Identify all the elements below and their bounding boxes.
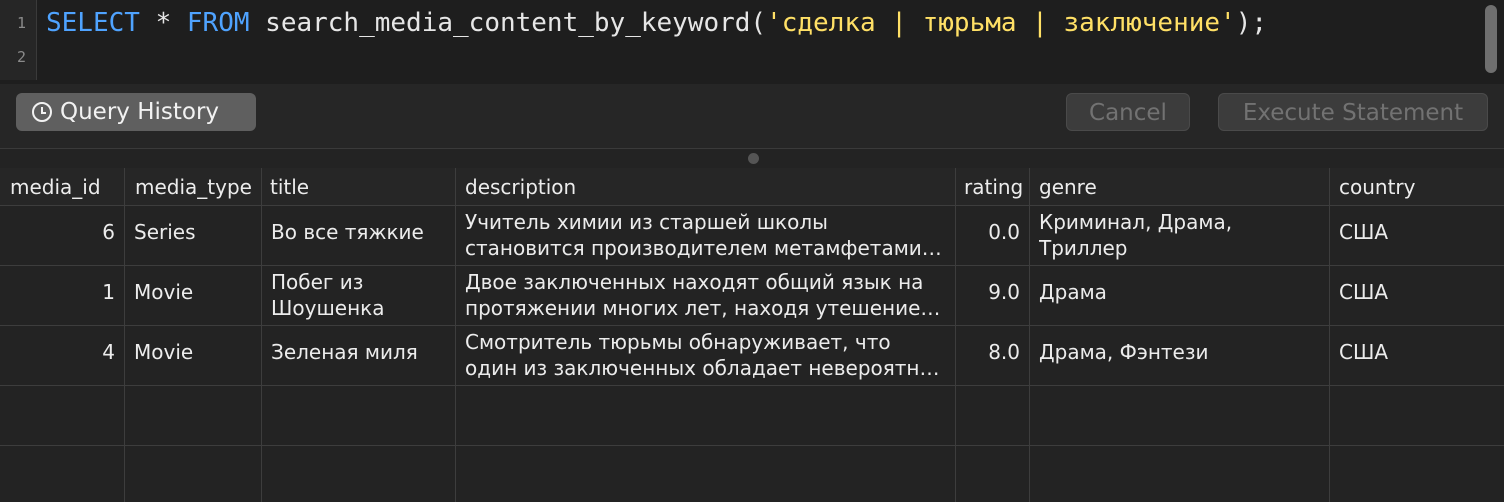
empty-cell [1030,386,1330,446]
cell-country[interactable]: США [1330,206,1504,266]
column-header-media-id[interactable]: media_id [0,168,125,206]
column-header-media-type[interactable]: media_type [125,168,262,206]
code-line-1[interactable]: SELECT * FROM search_media_content_by_ke… [46,0,1267,46]
cell-description[interactable]: Учитель химии из старшей школы становитс… [456,206,956,266]
description-line: Смотритель тюрьмы обнаруживает, что [465,330,891,354]
description-line: Двое заключенных находят общий язык на [465,270,924,294]
description-line: становится производителем метамфетами… [465,236,942,260]
empty-cell [1330,386,1504,446]
cell-rating[interactable]: 8.0 [956,326,1030,386]
cell-genre[interactable]: Драма, Фэнтези [1030,326,1330,386]
table-row[interactable]: 4 Movie Зеленая миля Смотритель тюрьмы о… [0,326,1504,386]
description-line: Учитель химии из старшей школы [465,210,828,234]
cell-rating[interactable]: 9.0 [956,266,1030,326]
empty-cell [956,386,1030,446]
cell-media-type[interactable]: Movie [125,266,262,326]
cell-genre[interactable]: Драма [1030,266,1330,326]
cell-rating[interactable]: 0.0 [956,206,1030,266]
empty-cell [262,386,456,446]
column-header-genre[interactable]: genre [1030,168,1330,206]
results-grid: media_id media_type title description ra… [0,168,1504,502]
cell-country[interactable]: США [1330,266,1504,326]
clock-icon [32,102,52,122]
line-number-gutter: 1 2 [0,0,37,80]
sql-editor[interactable]: 1 2 SELECT * FROM search_media_content_b… [0,0,1504,84]
cell-genre[interactable]: Криминал, Драма, Триллер [1030,206,1330,266]
string-argument: 'сделка | тюрьма | заключение' [766,8,1236,38]
cell-media-type[interactable]: Series [125,206,262,266]
cell-title[interactable]: Зеленая миля [262,326,456,386]
empty-cell [125,386,262,446]
column-header-title[interactable]: title [262,168,456,206]
empty-cell [1030,446,1330,502]
query-toolbar: Query History Cancel Execute Statement [0,84,1504,148]
column-header-description[interactable]: description [456,168,956,206]
empty-cell [456,386,956,446]
cell-title[interactable]: Побег из Шоушенка [262,266,456,326]
cell-description[interactable]: Двое заключенных находят общий язык на п… [456,266,956,326]
query-history-button[interactable]: Query History [16,93,256,131]
cell-country[interactable]: США [1330,326,1504,386]
cell-media-id[interactable]: 4 [0,326,125,386]
description-line: протяжении многих лет, находя утешение… [465,296,941,320]
line-number: 2 [16,48,26,66]
function-call: search_media_content_by_keyword( [249,8,767,38]
empty-cell [262,446,456,502]
splitter-handle[interactable] [748,153,759,164]
editor-scrollbar[interactable] [1478,0,1504,80]
empty-cell [125,446,262,502]
keyword-from: FROM [186,8,250,38]
genre-line: Криминал, Драма, [1039,210,1233,234]
editor-scrollbar-thumb[interactable] [1485,5,1497,73]
cancel-button[interactable]: Cancel [1066,93,1190,131]
cell-media-id[interactable]: 1 [0,266,125,326]
cell-description[interactable]: Смотритель тюрьмы обнаруживает, что один… [456,326,956,386]
execute-statement-button[interactable]: Execute Statement [1218,93,1488,131]
empty-cell [0,446,125,502]
empty-cell [956,446,1030,502]
keyword-select: SELECT [46,8,140,38]
cell-media-type[interactable]: Movie [125,326,262,386]
empty-cell [0,386,125,446]
select-star: * [139,8,187,38]
line-number: 1 [16,14,26,32]
title-line: Побег из [271,270,364,294]
empty-cell [456,446,956,502]
empty-table-row [0,446,1504,502]
table-row[interactable]: 6 Series Во все тяжкие Учитель химии из … [0,206,1504,266]
cell-media-id[interactable]: 6 [0,206,125,266]
table-row[interactable]: 1 Movie Побег из Шоушенка Двое заключенн… [0,266,1504,326]
column-header-country[interactable]: country [1330,168,1504,206]
genre-line: Триллер [1039,236,1128,260]
query-history-label: Query History [60,99,220,125]
cell-title[interactable]: Во все тяжкие [262,206,456,266]
title-line: Шоушенка [271,296,385,320]
empty-cell [1330,446,1504,502]
pane-splitter[interactable] [0,148,1504,168]
empty-table-row [0,386,1504,446]
column-header-rating[interactable]: rating [956,168,1030,206]
sql-query-window: 1 2 SELECT * FROM search_media_content_b… [0,0,1504,502]
statement-end: ); [1235,8,1267,38]
description-line: один из заключенных обладает невероятн… [465,356,940,380]
